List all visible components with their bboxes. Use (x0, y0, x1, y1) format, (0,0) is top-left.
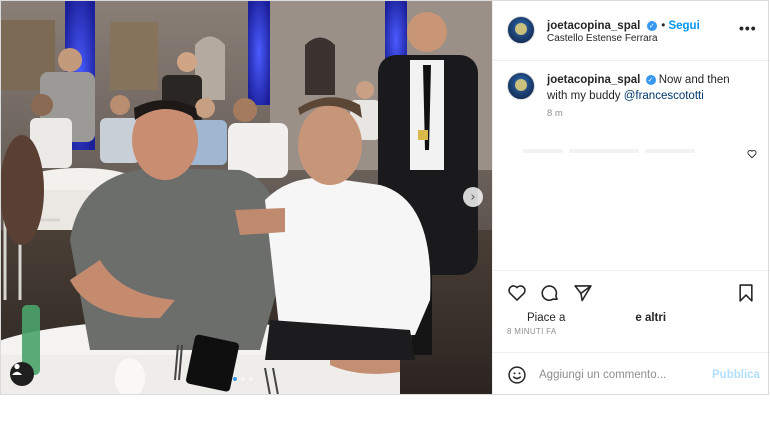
carousel-dot (241, 377, 245, 381)
comment-placeholder-row (523, 140, 733, 162)
photo-image (0, 0, 492, 395)
page-bottom-background (0, 395, 770, 433)
carousel-indicator (233, 377, 253, 381)
username-link[interactable]: joetacopina_spal (547, 20, 640, 32)
post-time-ago: 8 MINUTI FA (507, 327, 557, 336)
caption-avatar[interactable] (507, 72, 535, 100)
likes-summary[interactable]: Piace a e altri (527, 312, 666, 324)
carousel-dot (249, 377, 253, 381)
caption-mention-link[interactable]: @francescototti (624, 90, 704, 102)
bookmark-icon[interactable] (737, 283, 755, 308)
caption: joetacopina_spal ✓ Now and then with my … (547, 72, 747, 104)
caption-username[interactable]: joetacopina_spal (547, 74, 640, 86)
header-user-line: joetacopina_spal ✓ • Segui (547, 20, 700, 32)
likes-prefix: Piace a (527, 312, 566, 324)
post-header: joetacopina_spal ✓ • Segui Castello Este… (493, 0, 770, 61)
carousel-dot-active (233, 377, 237, 381)
location-link[interactable]: Castello Estense Ferrara (547, 33, 658, 44)
share-icon[interactable] (573, 283, 593, 308)
user-tag-icon[interactable] (10, 362, 34, 386)
add-comment-bar: Pubblica (493, 352, 770, 396)
likes-others-link[interactable]: e altri (635, 312, 666, 324)
heart-outline-icon[interactable] (507, 283, 527, 308)
comment-input[interactable] (539, 365, 699, 385)
post-side-panel: joetacopina_spal ✓ • Segui Castello Este… (492, 0, 770, 395)
follow-button[interactable]: Segui (668, 20, 699, 32)
caption-time: 8 m (547, 108, 563, 119)
avatar[interactable] (507, 16, 535, 44)
more-options-icon[interactable]: ••• (739, 20, 757, 36)
post-photo[interactable]: › (0, 0, 492, 395)
emoji-icon[interactable] (507, 365, 527, 390)
action-bar: Piace a e altri 8 MINUTI FA (493, 270, 770, 353)
verified-badge-icon: ✓ (646, 21, 657, 31)
next-arrow-icon[interactable]: › (463, 187, 483, 207)
publish-button[interactable]: Pubblica (712, 369, 760, 381)
verified-badge-icon: ✓ (645, 75, 656, 85)
comment-icon[interactable] (540, 283, 560, 308)
comment-like-icon[interactable] (747, 146, 757, 164)
